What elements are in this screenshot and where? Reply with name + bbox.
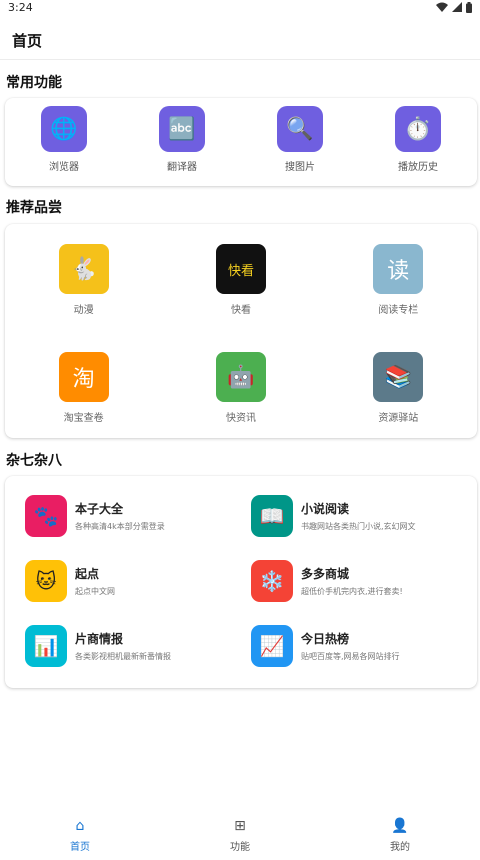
misc-item[interactable]: 📈 今日热榜 贴吧百度等,网易各网站排行: [251, 624, 477, 668]
status-bar: 3:24: [0, 0, 480, 14]
nav-label: 首页: [70, 842, 90, 853]
robot-icon: 🤖: [215, 352, 266, 402]
snowflake-icon: ❄️: [251, 560, 293, 602]
recommend-item[interactable]: 📚 资源驿站: [320, 352, 477, 460]
misc-description: 贴吧百度等,网易各网站排行: [301, 652, 400, 661]
recommend-item[interactable]: 快看 快看: [162, 244, 319, 352]
common-function-item[interactable]: 🔤 翻译器: [123, 106, 241, 173]
abc-icon: 🔤: [159, 106, 205, 152]
page-title: 首页: [12, 32, 43, 50]
status-time: 3:24: [8, 0, 33, 14]
line-chart-icon: 📈: [251, 625, 293, 667]
bar-chart-icon: 📊: [25, 625, 67, 667]
misc-text: 起点 起点中文网: [75, 565, 115, 597]
section-title-common: 常用功能: [6, 75, 62, 91]
books-icon: 📚: [373, 352, 424, 402]
magnifier-icon: 🔍: [277, 106, 323, 152]
misc-grid: 🐾 本子大全 各种高清4k本部分需登录 📖 小说阅读 书趣网站各类热门小说,玄幻网文 🐱 起点…: [5, 476, 477, 689]
misc-card: 🐾 本子大全 各种高清4k本部分需登录 📖 小说阅读 书趣网站各类热门小说,玄幻网文 🐱 起点…: [5, 476, 477, 688]
misc-description: 书趣网站各类热门小说,玄幻网文: [301, 522, 416, 531]
common-function-label: 搜图片: [285, 162, 315, 173]
misc-item[interactable]: 🐾 本子大全 各种高清4k本部分需登录: [25, 494, 251, 538]
misc-text: 片商情报各类影视相机最新新番情报: [75, 630, 171, 662]
book-icon: 📖: [251, 495, 293, 537]
common-function-label: 翻译器: [167, 162, 197, 173]
common-functions-card: 🌐 浏览器 🔤 翻译器 🔍 搜图片 ⏱️ 播放历史: [5, 98, 477, 186]
battery-icon: [466, 1, 472, 13]
nav-label: 我的: [390, 842, 410, 853]
misc-description: 各种高清4k本部分需登录: [75, 522, 165, 531]
recommend-label: 淘宝查卷: [63, 413, 104, 424]
grid-icon: ⊞: [234, 818, 246, 834]
common-function-item[interactable]: 🔍 搜图片: [241, 106, 359, 173]
misc-description: 超低价手机完内衣,进行套卖!: [301, 587, 403, 596]
recommend-grid: 🐇 动漫 快看 快看读阅读专栏淘淘宝查卷 🤖 快资讯 📚 资源驿站: [5, 224, 477, 460]
common-function-item[interactable]: 🌐 浏览器: [5, 106, 123, 173]
stopwatch-icon: ⏱️: [395, 106, 441, 152]
misc-text: 本子大全各种高清4k本部分需登录: [75, 500, 165, 532]
misc-title: 今日热榜: [301, 632, 350, 646]
misc-item[interactable]: ❄️ 多多商城 超低价手机完内衣,进行套卖!: [251, 559, 477, 603]
person-icon: 👤: [391, 818, 409, 834]
recommend-item[interactable]: 🤖 快资讯: [162, 352, 319, 460]
common-function-label: 播放历史: [398, 162, 438, 173]
signal-icon: [452, 2, 462, 12]
bottom-navigation: ⌂ 首页 ⊞ 功能 👤 我的: [0, 812, 480, 860]
misc-title: 多多商城: [301, 567, 350, 581]
misc-title: 片商情报: [75, 632, 124, 646]
misc-description: 起点中文网: [75, 587, 115, 596]
common-function-label: 浏览器: [49, 162, 79, 173]
misc-title: 起点: [75, 567, 100, 581]
misc-item[interactable]: 📊 片商情报 各类影视相机最新新番情报: [25, 624, 251, 668]
nav-item-2[interactable]: 👤 我的: [320, 812, 480, 860]
section-title-misc: 杂七杂八: [6, 453, 62, 469]
kuaikan-icon: 快看: [215, 244, 266, 294]
recommend-item[interactable]: 🐇 动漫: [5, 244, 162, 352]
recommend-item[interactable]: 淘淘宝查卷: [5, 352, 162, 460]
globe-icon: 🌐: [41, 106, 87, 152]
recommend-label: 动漫: [73, 305, 94, 316]
misc-title: 本子大全: [75, 502, 124, 516]
taobao-icon: 淘: [58, 352, 109, 402]
common-function-item[interactable]: ⏱️ 播放历史: [359, 106, 477, 173]
nav-item-0[interactable]: ⌂ 首页: [0, 812, 160, 860]
misc-title: 小说阅读: [301, 502, 350, 516]
misc-text: 多多商城超低价手机完内衣,进行套卖!: [301, 565, 403, 597]
misc-text: 小说阅读书趣网站各类热门小说,玄幻网文: [301, 500, 416, 532]
home-icon: ⌂: [75, 818, 85, 834]
status-icons: [436, 1, 472, 13]
recommend-label: 快资讯: [225, 413, 256, 424]
read-icon: 读: [373, 244, 424, 294]
misc-item[interactable]: 🐱 起点 起点中文网: [25, 559, 251, 603]
common-functions-grid: 🌐 浏览器 🔤 翻译器 🔍 搜图片 ⏱️ 播放历史: [5, 98, 477, 186]
misc-text: 今日热榜贴吧百度等,网易各网站排行: [301, 630, 400, 662]
recommend-label: 阅读专栏: [378, 305, 419, 316]
cat-icon: 🐱: [25, 560, 67, 602]
misc-item[interactable]: 📖 小说阅读 书趣网站各类热门小说,玄幻网文: [251, 494, 477, 538]
recommend-label: 快看: [230, 305, 251, 316]
wifi-icon: [436, 2, 448, 12]
anime-icon: 🐇: [58, 244, 109, 294]
recommend-label: 资源驿站: [378, 413, 419, 424]
recommend-card: 🐇 动漫 快看 快看读阅读专栏淘淘宝查卷 🤖 快资讯 📚 资源驿站: [5, 224, 477, 438]
nav-item-1[interactable]: ⊞ 功能: [160, 812, 320, 860]
section-title-recommend: 推荐品尝: [6, 200, 62, 216]
paw-icon: 🐾: [25, 495, 67, 537]
app-bar: 首页: [0, 22, 480, 60]
nav-label: 功能: [230, 842, 250, 853]
recommend-item[interactable]: 读阅读专栏: [320, 244, 477, 352]
misc-description: 各类影视相机最新新番情报: [75, 652, 171, 661]
